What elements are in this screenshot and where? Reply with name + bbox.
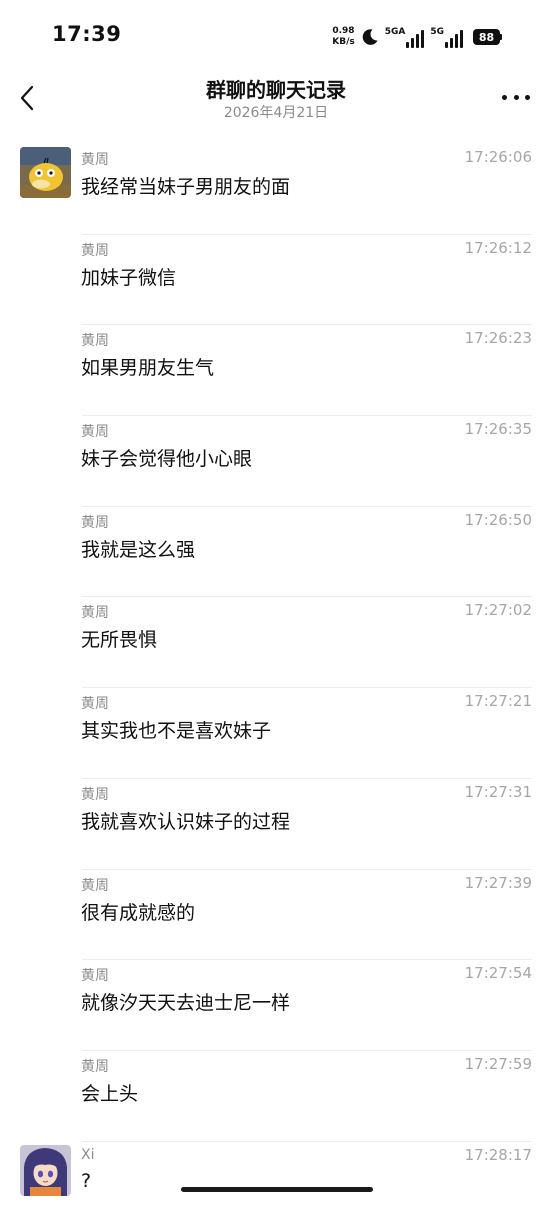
message-text: 加妹子微信 xyxy=(81,266,177,289)
page-title: 群聊的聊天记录 xyxy=(206,78,346,102)
dot-icon xyxy=(513,94,519,100)
message-time: 17:27:02 xyxy=(464,601,532,620)
message-item[interactable]: 黄周 17:26:06 我经常当妹子男朋友的面 xyxy=(0,144,552,235)
sender-name: 黄周 xyxy=(81,514,109,531)
message-text: 无所畏惧 xyxy=(81,629,158,652)
signal-5g-label: 5G xyxy=(430,27,444,37)
message-item[interactable]: 黄周 17:27:21 其实我也不是喜欢妹子 xyxy=(0,688,552,779)
message-time: 17:27:31 xyxy=(464,782,532,801)
dot-icon xyxy=(502,94,507,100)
message-text: 我就是这么强 xyxy=(81,538,196,561)
message-text: 我就喜欢认识妹子的过程 xyxy=(81,810,291,833)
message-time: 17:27:21 xyxy=(464,692,532,711)
page-subtitle-date: 2026年4月21日 xyxy=(223,105,329,121)
message-time: 17:27:54 xyxy=(464,964,532,983)
message-text: 就像汐天天去迪士尼一样 xyxy=(81,992,291,1015)
message-text: ? xyxy=(81,1169,92,1192)
message-time: 17:27:59 xyxy=(464,1054,532,1073)
more-options-button[interactable] xyxy=(502,86,530,108)
message-text: 我经常当妹子男朋友的面 xyxy=(81,176,291,198)
sender-name: 黄周 xyxy=(81,152,109,168)
avatar-psyduck[interactable] xyxy=(20,147,71,198)
message-item[interactable]: 黄周 17:27:02 无所畏惧 xyxy=(0,597,552,689)
message-item[interactable]: 黄周 17:26:23 如果男朋友生气 xyxy=(0,325,552,417)
status-bar: 17:39 0.98 KB/s 5GA 5G 88 xyxy=(0,0,552,72)
home-indicator[interactable] xyxy=(181,1187,373,1192)
avatar-anime-girl[interactable] xyxy=(20,1144,71,1196)
message-time: 17:26:35 xyxy=(464,420,532,439)
message-item[interactable]: 黄周 17:27:31 我就喜欢认识妹子的过程 xyxy=(0,779,552,870)
message-item[interactable]: 黄周 17:26:50 我就是这么强 xyxy=(0,507,552,598)
message-text: 其实我也不是喜欢妹子 xyxy=(81,720,272,743)
sender-name: 黄周 xyxy=(81,605,109,622)
message-time: 17:27:39 xyxy=(464,873,532,892)
chat-history-header: 群聊的聊天记录 2026年4月21日 xyxy=(0,72,552,134)
message-item[interactable]: 黄周 17:26:35 妹子会觉得他小心眼 xyxy=(0,416,552,507)
status-time: 17:39 xyxy=(52,22,122,46)
message-time: 17:26:23 xyxy=(464,329,532,348)
message-text: 如果男朋友生气 xyxy=(81,357,215,380)
signal-5ga-label: 5GA xyxy=(384,27,406,37)
message-text: 会上头 xyxy=(81,1082,139,1105)
network-speed: 0.98 KB/s xyxy=(332,26,354,48)
signal-5g: 5G xyxy=(430,26,463,48)
signal-5ga: 5GA xyxy=(385,26,425,48)
sender-name: 黄周 xyxy=(81,333,109,350)
network-speed-unit: KB/s xyxy=(332,37,355,47)
sender-name: Xi xyxy=(81,1146,95,1163)
sender-name: 黄周 xyxy=(81,877,109,894)
status-icons: 0.98 KB/s 5GA 5G 88 xyxy=(332,22,502,52)
sender-name: 黄周 xyxy=(81,424,109,441)
sender-name: 黄周 xyxy=(81,242,109,259)
message-item[interactable]: 黄周 17:27:59 会上头 xyxy=(0,1051,552,1142)
sender-name: 黄周 xyxy=(81,696,109,713)
moon-icon xyxy=(361,28,379,46)
signal-bars-icon xyxy=(406,30,425,48)
message-text: 妹子会觉得他小心眼 xyxy=(81,448,253,471)
sender-name: 黄周 xyxy=(81,786,109,803)
battery-icon: 88 xyxy=(473,29,502,45)
message-time: 17:26:06 xyxy=(464,148,532,166)
message-item[interactable]: 黄周 17:27:54 就像汐天天去迪士尼一样 xyxy=(0,960,552,1051)
sender-name: 黄周 xyxy=(81,1058,109,1075)
message-text: 很有成就感的 xyxy=(81,901,196,924)
message-time: 17:26:12 xyxy=(464,238,532,257)
message-item[interactable]: 黄周 17:27:39 很有成就感的 xyxy=(0,870,552,961)
message-list: 黄周 17:26:06 我经常当妹子男朋友的面 黄周 17:26:12 加妹子微… xyxy=(0,144,552,1232)
signal-bars-icon xyxy=(445,30,463,48)
network-speed-value: 0.98 xyxy=(332,26,355,36)
message-time: 17:26:50 xyxy=(464,510,532,529)
battery-level: 88 xyxy=(473,29,500,45)
sender-name: 黄周 xyxy=(81,968,109,985)
message-item[interactable]: 黄周 17:26:12 加妹子微信 xyxy=(0,235,552,326)
dot-icon xyxy=(525,94,530,100)
message-time: 17:28:17 xyxy=(464,1145,532,1164)
